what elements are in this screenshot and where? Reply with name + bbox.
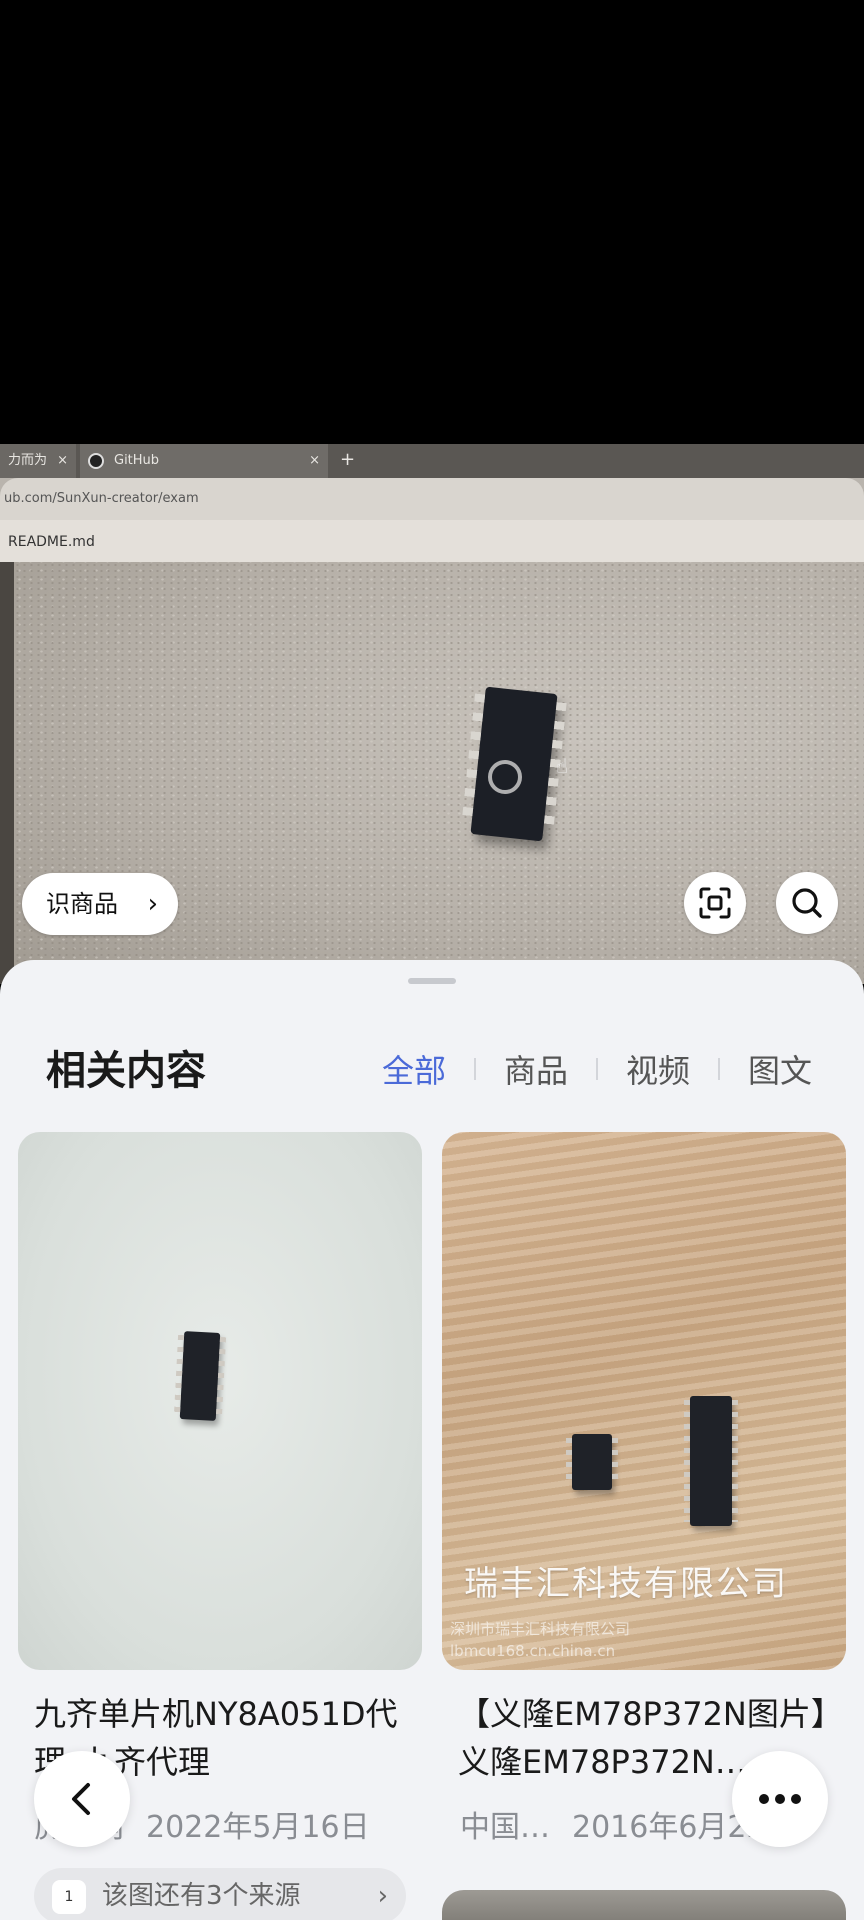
result-image[interactable]: 瑞丰汇科技有限公司 深圳市瑞丰汇科技有限公司 lbmcu168.cn.china… <box>442 1132 846 1670</box>
result-date: 2022年5月16日 <box>146 1810 370 1845</box>
more-dots-icon <box>759 1794 801 1804</box>
photo-screen-tabbar: 力而为 × GitHub × + <box>0 444 864 478</box>
more-button[interactable] <box>732 1751 828 1847</box>
watermark-small-text: 深圳市瑞丰汇科技有限公司 <box>450 1620 631 1638</box>
watermark-text: 瑞丰汇科技有限公司 <box>464 1564 788 1604</box>
photo-readme-label: README.md <box>0 520 864 564</box>
back-button[interactable] <box>34 1751 130 1847</box>
divider <box>595 1058 598 1080</box>
source-app-icon: 1 <box>52 1880 86 1914</box>
divider <box>473 1058 476 1080</box>
photo-screen-tab: 力而为 × <box>0 444 76 478</box>
identify-product-label: 识商品 <box>46 890 118 918</box>
photo-screen-tab: GitHub × <box>80 444 328 478</box>
divider <box>717 1058 720 1080</box>
github-icon <box>88 453 104 469</box>
chevron-right-icon: › <box>147 889 158 919</box>
close-icon: × <box>309 453 320 468</box>
photo-tab-label: 力而为 <box>8 453 48 468</box>
search-button[interactable] <box>776 872 838 934</box>
more-sources-label: 该图还有3个来源 <box>102 1881 301 1911</box>
filter-tabs: 全部 商品 视频 图文 <box>382 1046 812 1092</box>
desk-edge <box>0 562 14 984</box>
sheet-title: 相关内容 <box>46 1048 206 1094</box>
more-sources-button[interactable]: 1 该图还有3个来源 › <box>34 1868 406 1920</box>
ic-chip <box>684 1396 738 1526</box>
hand-cursor-icon: ☝ <box>556 754 569 778</box>
focus-ring-icon <box>488 760 522 794</box>
chevron-right-icon: › <box>377 1881 388 1911</box>
identify-product-button[interactable]: 识商品 › <box>22 873 178 935</box>
search-icon <box>792 888 822 918</box>
plus-icon: + <box>340 449 356 470</box>
filter-tab-products[interactable]: 商品 <box>504 1046 568 1092</box>
results-sheet: 相关内容 全部 商品 视频 图文 九齐单片机NY8A051D代理_九齐代理 虎易… <box>0 960 864 1920</box>
filter-tab-articles[interactable]: 图文 <box>748 1046 812 1092</box>
photo-tab-label: GitHub <box>114 453 160 468</box>
ic-chip <box>179 1331 221 1421</box>
close-icon: × <box>57 453 68 468</box>
photo-url-bar: ub.com/SunXun-creator/exam <box>0 478 864 520</box>
result-image[interactable] <box>442 1890 846 1920</box>
result-source: 中国… <box>460 1810 550 1845</box>
sheet-drag-handle[interactable] <box>408 978 456 984</box>
scan-crop-button[interactable] <box>684 872 746 934</box>
filter-tab-all[interactable]: 全部 <box>382 1046 446 1092</box>
watermark-small-text: lbmcu168.cn.china.cn <box>450 1642 616 1660</box>
back-chevron-icon <box>72 1783 90 1815</box>
scan-crop-icon <box>699 887 731 919</box>
filter-tab-videos[interactable]: 视频 <box>626 1046 690 1092</box>
result-image[interactable] <box>18 1132 422 1670</box>
ic-chip-small <box>566 1434 618 1490</box>
